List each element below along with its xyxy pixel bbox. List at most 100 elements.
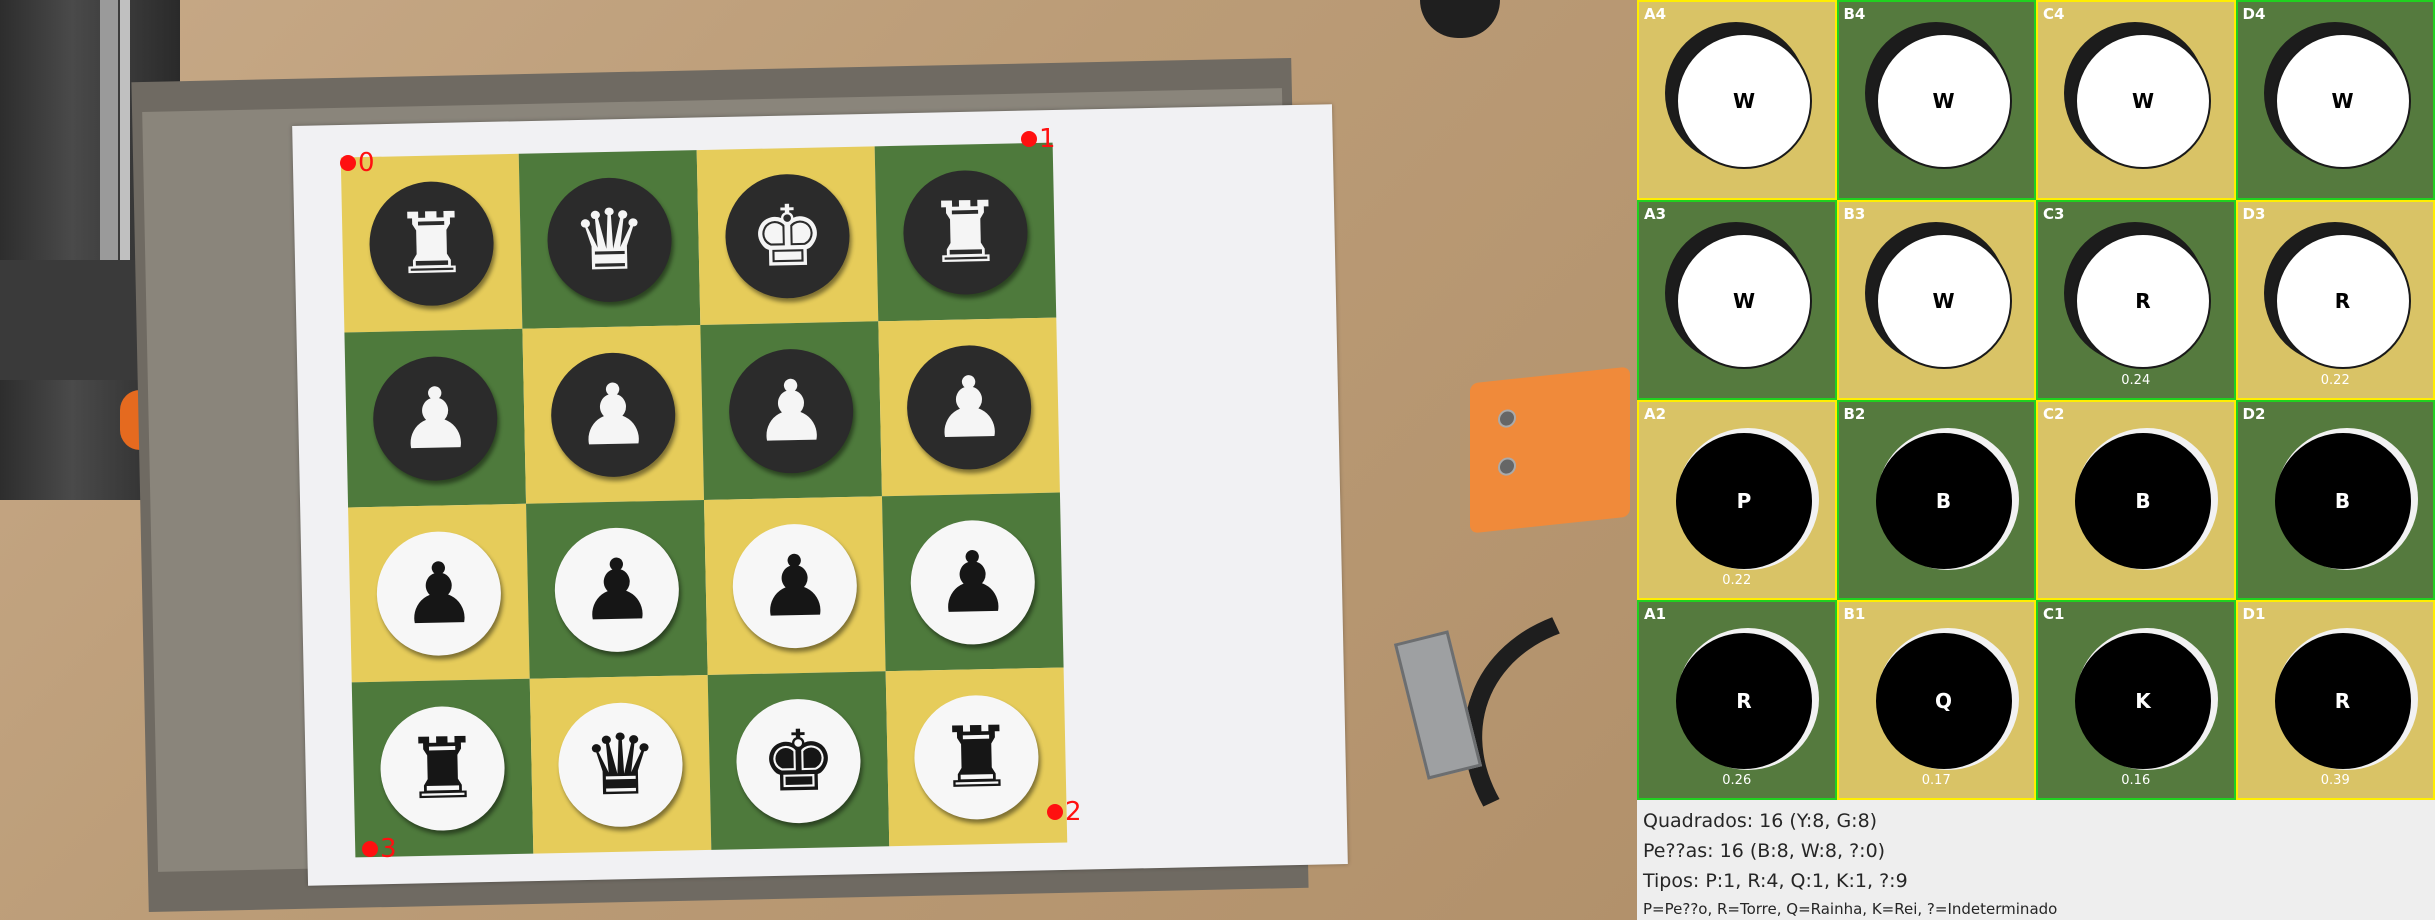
board-square: ♛ — [529, 674, 712, 854]
board-square: ♟ — [878, 317, 1060, 497]
cell-c2: C2 B — [2036, 400, 2236, 600]
board-square: ♟ — [704, 496, 886, 675]
piece-disc: B — [1875, 433, 2012, 569]
cell-label: A4 — [1644, 5, 1667, 23]
orange-bracket — [1470, 366, 1630, 534]
marker-dot — [1021, 131, 1037, 147]
cell-a2: A2 P 0.22 — [1637, 400, 1837, 600]
board-square: ♛ — [518, 150, 701, 329]
marker-dot — [1047, 804, 1063, 820]
board-square: ♟ — [348, 503, 530, 683]
piece-disc: W — [2075, 33, 2211, 169]
detection-grid: A4 W B4 W C4 W D4 W A3 W B3 W C3 R 0.24 D3 R 0.22 A2 P 0.22 B… — [1637, 0, 2435, 800]
cell-label: B4 — [1843, 5, 1866, 23]
cell-label: A3 — [1644, 205, 1667, 223]
debug-panel: A4 W B4 W C4 W D4 W A3 W B3 W C3 R 0.24 D3 R 0.22 A2 P 0.22 B… — [1637, 0, 2435, 920]
cell-label: C1 — [2043, 605, 2065, 623]
cell-a1: A1 R 0.26 — [1637, 600, 1837, 800]
summary-legend: P=Pe??o, R=Torre, Q=Rainha, K=Rei, ?=Ind… — [1643, 900, 2058, 918]
piece-disc: B — [2075, 433, 2211, 569]
pawn-icon: ♟ — [727, 347, 855, 474]
piece-disc: W — [1875, 233, 2012, 369]
piece-disc: W — [1676, 233, 1812, 369]
cell-label: D2 — [2242, 405, 2266, 423]
printer-rod — [120, 0, 130, 300]
chess-board: ♜ ♛ ♚ ♜ ♟ ♟ ♟ ♟ ♟ ♟ ♟ ♟ ♜ ♛ ♚ ♜ — [340, 142, 1068, 858]
cell-label: C3 — [2043, 205, 2065, 223]
board-square: ♟ — [700, 321, 882, 500]
piece-disc: W — [2274, 33, 2411, 169]
confidence-score: 0.26 — [1722, 773, 1752, 788]
summary-types: Tipos: P:1, R:4, Q:1, K:1, ?:9 — [1643, 870, 1908, 892]
piece-disc: R — [2274, 633, 2411, 769]
board-square: ♜ — [340, 153, 523, 333]
bolt-icon — [1498, 408, 1516, 429]
pawn-icon: ♟ — [731, 522, 859, 649]
pawn-icon: ♟ — [375, 529, 503, 657]
cell-label: C4 — [2043, 5, 2065, 23]
board-square: ♚ — [696, 146, 879, 326]
cell-a3: A3 W — [1637, 200, 1837, 400]
camera-view: ♜ ♛ ♚ ♜ ♟ ♟ ♟ ♟ ♟ ♟ ♟ ♟ ♜ ♛ ♚ ♜ 0 1 2 3 — [0, 0, 1637, 920]
corner-marker-3: 3 — [362, 834, 397, 864]
cell-c3: C3 R 0.24 — [2036, 200, 2236, 400]
bolt-icon — [1498, 456, 1516, 477]
corner-marker-0: 0 — [340, 148, 375, 178]
cell-d4: D4 W — [2235, 0, 2435, 200]
pawn-icon: ♟ — [553, 526, 681, 653]
cell-d2: D2 B — [2235, 400, 2435, 600]
piece-disc: B — [2274, 433, 2411, 569]
rook-icon: ♜ — [368, 179, 495, 307]
summary-panel: Quadrados: 16 (Y:8, G:8) Pe??as: 16 (B:8… — [1637, 800, 2435, 920]
queen-icon: ♛ — [557, 701, 684, 828]
marker-dot — [340, 155, 356, 171]
board-square: ♟ — [526, 500, 708, 679]
printer-knob — [1420, 0, 1500, 38]
piece-disc: Q — [1875, 633, 2012, 769]
confidence-score: 0.39 — [2320, 773, 2350, 788]
rook-icon: ♜ — [379, 704, 506, 832]
corner-marker-1: 1 — [1021, 124, 1056, 154]
marker-label: 2 — [1065, 797, 1082, 827]
marker-label: 1 — [1039, 124, 1056, 154]
cell-label: B1 — [1843, 605, 1866, 623]
printer-rod — [100, 0, 118, 260]
cell-b1: B1 Q 0.17 — [1836, 600, 2036, 800]
king-icon: ♚ — [735, 697, 862, 824]
cell-label: A2 — [1644, 405, 1667, 423]
board-square: ♜ — [351, 678, 534, 858]
corner-marker-2: 2 — [1047, 797, 1082, 827]
cell-label: D1 — [2242, 605, 2266, 623]
cell-label: D4 — [2242, 5, 2266, 23]
queen-icon: ♛ — [546, 176, 673, 303]
confidence-score: 0.22 — [1722, 573, 1752, 588]
piece-disc: R — [2075, 233, 2211, 369]
pawn-icon: ♟ — [371, 354, 499, 482]
piece-disc: W — [1875, 33, 2012, 169]
cell-b3: B3 W — [1836, 200, 2036, 400]
piece-disc: R — [1676, 633, 1812, 769]
cell-b4: B4 W — [1836, 0, 2036, 200]
summary-pieces: Pe??as: 16 (B:8, W:8, ?:0) — [1643, 840, 1886, 862]
rook-icon: ♜ — [913, 693, 1040, 821]
board-square: ♜ — [874, 142, 1057, 322]
pawn-icon: ♟ — [909, 518, 1037, 646]
piece-disc: P — [1676, 433, 1812, 569]
board-square: ♟ — [881, 492, 1064, 672]
summary-squares: Quadrados: 16 (Y:8, G:8) — [1643, 810, 1878, 832]
marker-dot — [362, 841, 378, 857]
board-square: ♟ — [522, 325, 704, 504]
pawn-icon: ♟ — [549, 351, 677, 478]
cell-label: C2 — [2043, 405, 2065, 423]
confidence-score: 0.22 — [2320, 373, 2350, 388]
cell-a4: A4 W — [1637, 0, 1837, 200]
pawn-icon: ♟ — [905, 343, 1033, 471]
cell-label: B2 — [1843, 405, 1866, 423]
rook-icon: ♜ — [902, 168, 1029, 296]
confidence-score: 0.17 — [1921, 773, 1951, 788]
cell-d3: D3 R 0.22 — [2235, 200, 2435, 400]
confidence-score: 0.16 — [2121, 773, 2151, 788]
piece-disc: W — [1676, 33, 1812, 169]
cell-label: D3 — [2242, 205, 2266, 223]
cell-label: B3 — [1843, 205, 1866, 223]
